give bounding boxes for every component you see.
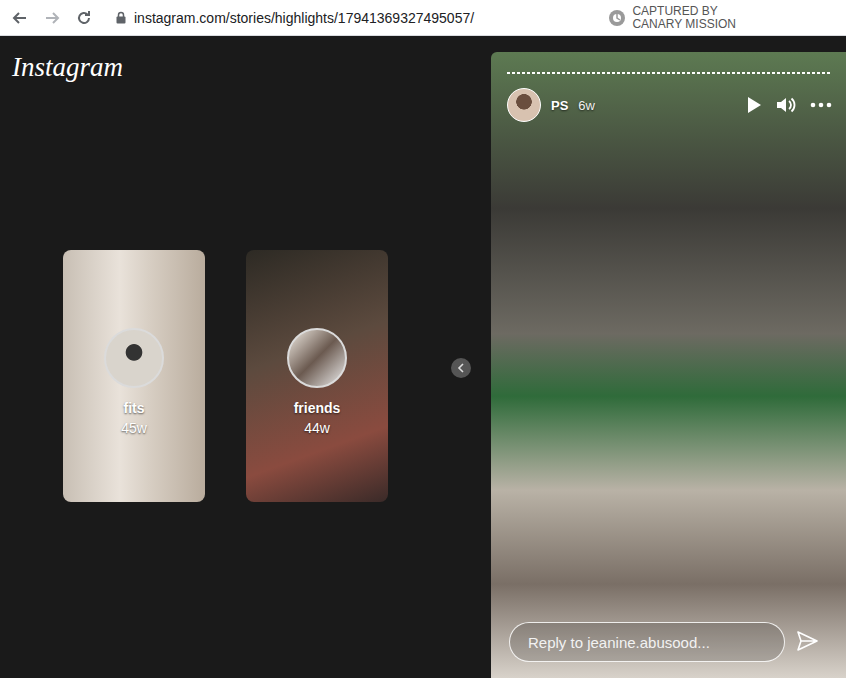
browser-toolbar: instagram.com/stories/highlights/1794136… xyxy=(0,0,846,36)
highlight-age: 45w xyxy=(121,420,147,436)
watermark-line: CAPTURED BY xyxy=(632,5,736,18)
highlight-title: fits xyxy=(124,400,145,416)
story-progress xyxy=(507,72,830,74)
highlight-age: 44w xyxy=(304,420,330,436)
watermark: CAPTURED BYCANARY MISSION xyxy=(608,5,736,31)
speaker-icon[interactable] xyxy=(776,96,796,114)
back-button[interactable] xyxy=(6,4,34,32)
chevron-left-icon xyxy=(456,363,466,373)
story-age: 6w xyxy=(578,98,595,113)
canary-clock-icon xyxy=(608,9,626,27)
lock-icon xyxy=(116,11,126,24)
url-text: instagram.com/stories/highlights/1794136… xyxy=(134,10,474,26)
highlight-title: friends xyxy=(294,400,341,416)
reload-icon xyxy=(76,10,92,26)
watermark-line: CANARY MISSION xyxy=(632,18,736,31)
reply-input[interactable] xyxy=(526,633,768,652)
highlights-area: Instagram fits 45w friends 44w xyxy=(0,36,491,678)
story-viewer: PS 6w xyxy=(491,52,846,678)
instagram-page: Instagram fits 45w friends 44w PS 6w xyxy=(0,36,846,678)
username: PS xyxy=(551,98,568,113)
previous-button[interactable] xyxy=(451,358,471,378)
highlight-card[interactable]: fits 45w xyxy=(63,250,205,502)
highlight-card[interactable]: friends 44w xyxy=(246,250,388,502)
reply-field xyxy=(509,622,785,662)
play-icon[interactable] xyxy=(746,96,762,114)
reload-button[interactable] xyxy=(70,4,98,32)
watermark-text: CAPTURED BYCANARY MISSION xyxy=(632,5,736,31)
story-controls xyxy=(746,96,832,114)
highlight-avatar xyxy=(104,328,164,388)
forward-button[interactable] xyxy=(38,4,66,32)
highlight-avatar xyxy=(287,328,347,388)
more-icon[interactable] xyxy=(810,102,832,108)
highlights-row: fits 45w friends 44w xyxy=(0,83,491,678)
instagram-logo[interactable]: Instagram xyxy=(0,36,491,83)
user-avatar[interactable] xyxy=(507,88,541,122)
back-arrow-icon xyxy=(12,10,28,26)
send-icon[interactable] xyxy=(796,630,818,652)
story-header: PS 6w xyxy=(507,88,832,122)
address-bar[interactable]: instagram.com/stories/highlights/1794136… xyxy=(102,10,604,26)
forward-arrow-icon xyxy=(44,10,60,26)
